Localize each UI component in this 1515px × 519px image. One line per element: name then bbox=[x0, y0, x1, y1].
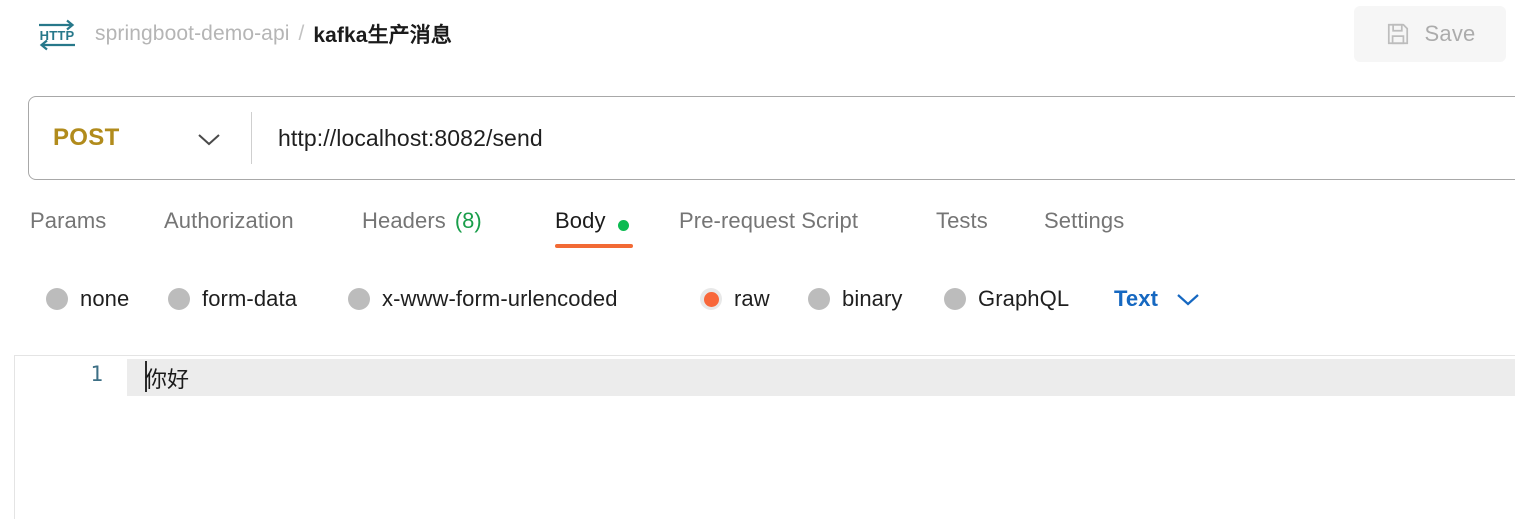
language-select[interactable]: Text bbox=[1114, 276, 1202, 322]
request-tabs: Params Authorization Headers (8) Body Pr… bbox=[0, 198, 1515, 256]
editor-gutter bbox=[15, 356, 127, 519]
body-type-label: GraphQL bbox=[978, 286, 1070, 311]
active-line-highlight bbox=[15, 359, 1515, 396]
body-modified-dot bbox=[617, 220, 629, 231]
body-type-form-data[interactable]: form-data bbox=[168, 276, 297, 322]
line-number: 1 bbox=[90, 362, 103, 386]
body-type-label: x-www-form-urlencoded bbox=[382, 286, 618, 311]
tab-label: Headers bbox=[362, 208, 446, 233]
radio-icon bbox=[944, 288, 966, 310]
tab-tests[interactable]: Tests bbox=[936, 198, 998, 256]
editor-line-content[interactable]: 你好 bbox=[145, 362, 189, 394]
tab-body[interactable]: Body bbox=[555, 198, 633, 256]
chevron-down-icon bbox=[198, 134, 220, 146]
http-icon: HTTP bbox=[39, 19, 75, 51]
url-input[interactable]: http://localhost:8082/send bbox=[252, 125, 1515, 152]
tab-authorization[interactable]: Authorization bbox=[164, 198, 314, 256]
save-button[interactable]: Save bbox=[1354, 6, 1506, 62]
tab-pre-request-script[interactable]: Pre-request Script bbox=[679, 198, 889, 256]
body-type-options: none form-data x-www-form-urlencoded raw… bbox=[0, 276, 1515, 322]
tab-label: Authorization bbox=[164, 208, 294, 233]
floppy-disk-icon bbox=[1387, 23, 1408, 45]
active-tab-underline bbox=[555, 244, 633, 248]
tab-label: Params bbox=[30, 208, 107, 233]
tab-headers[interactable]: Headers (8) bbox=[362, 198, 498, 256]
body-type-label: form-data bbox=[202, 286, 298, 311]
radio-icon bbox=[46, 288, 68, 310]
body-type-binary[interactable]: binary bbox=[808, 276, 903, 322]
body-type-label: raw bbox=[734, 286, 770, 311]
url-bar: POST http://localhost:8082/send bbox=[28, 96, 1515, 180]
breadcrumb: springboot-demo-api / kafka生产消息 bbox=[95, 0, 452, 68]
chevron-down-icon bbox=[1177, 294, 1199, 306]
tab-label: Pre-request Script bbox=[679, 208, 859, 233]
save-button-label: Save bbox=[1424, 21, 1476, 46]
method-label: POST bbox=[53, 124, 120, 151]
body-type-raw[interactable]: raw bbox=[700, 276, 770, 322]
body-type-label: none bbox=[80, 286, 130, 311]
radio-icon bbox=[348, 288, 370, 310]
postman-request-pane: HTTP springboot-demo-api / kafka生产消息 Sav… bbox=[0, 0, 1515, 519]
tab-params[interactable]: Params bbox=[30, 198, 116, 256]
tab-label: Settings bbox=[1044, 208, 1125, 233]
method-select[interactable]: POST bbox=[29, 97, 251, 179]
body-type-label: binary bbox=[842, 286, 903, 311]
breadcrumb-request-name[interactable]: kafka生产消息 bbox=[313, 19, 452, 49]
tab-label: Tests bbox=[936, 208, 988, 233]
tab-settings[interactable]: Settings bbox=[1044, 198, 1142, 256]
radio-icon bbox=[808, 288, 830, 310]
request-header: HTTP springboot-demo-api / kafka生产消息 Sav… bbox=[0, 0, 1515, 68]
body-type-none[interactable]: none bbox=[46, 276, 129, 322]
raw-body-editor[interactable]: 1 你好 bbox=[14, 355, 1515, 519]
tab-headers-count: (8) bbox=[454, 208, 482, 233]
radio-icon bbox=[168, 288, 190, 310]
breadcrumb-collection[interactable]: springboot-demo-api bbox=[95, 22, 290, 46]
body-type-graphql[interactable]: GraphQL bbox=[944, 276, 1069, 322]
body-type-x-www-form-urlencoded[interactable]: x-www-form-urlencoded bbox=[348, 276, 618, 322]
breadcrumb-separator: / bbox=[298, 22, 305, 45]
language-select-label: Text bbox=[1114, 286, 1159, 311]
svg-text:HTTP: HTTP bbox=[40, 28, 75, 43]
radio-selected-icon bbox=[700, 288, 722, 310]
tab-label: Body bbox=[555, 208, 606, 233]
